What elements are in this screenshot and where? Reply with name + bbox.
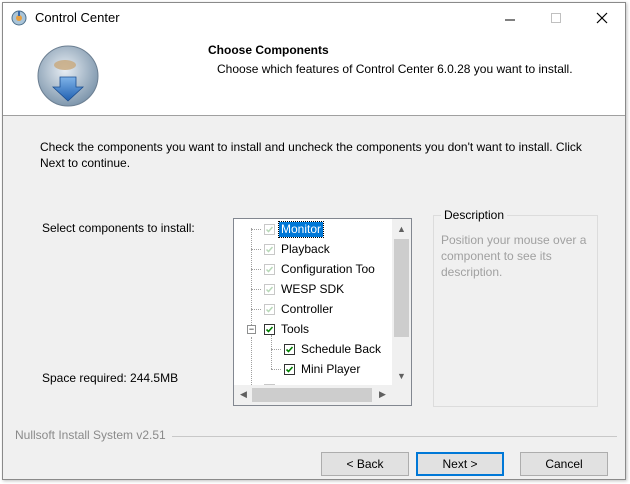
space-required-label: Space required: 244.5MB <box>42 371 179 385</box>
component-tools[interactable]: Tools <box>264 320 311 338</box>
minimize-icon <box>505 19 515 21</box>
next-button[interactable]: Next > <box>416 452 504 476</box>
component-playback[interactable]: Playback <box>264 240 332 258</box>
checkbox-checked-icon[interactable] <box>284 343 295 355</box>
scrollbar-corner <box>392 385 411 405</box>
close-icon <box>596 12 608 24</box>
horizontal-scroll-thumb[interactable] <box>252 388 372 402</box>
components-tree[interactable]: Monitor Playback Configuration Too WESP … <box>233 218 412 406</box>
tree-line <box>251 337 252 385</box>
component-label: Mini Player <box>301 361 361 376</box>
collapse-icon[interactable]: − <box>247 325 256 334</box>
maximize-button <box>533 3 579 33</box>
cancel-button[interactable]: Cancel <box>520 452 608 476</box>
component-schedule-backup[interactable]: Schedule Back <box>284 340 383 358</box>
minimize-button[interactable] <box>487 3 533 33</box>
component-label: Playback <box>281 241 330 256</box>
scroll-right-icon[interactable]: ▶ <box>374 386 391 403</box>
horizontal-scrollbar[interactable]: ◀ ▶ <box>234 385 411 405</box>
checkbox-checked-icon[interactable] <box>284 363 295 375</box>
tree-line <box>251 289 261 290</box>
select-components-label: Select components to install: <box>42 221 195 235</box>
window-title: Control Center <box>35 10 120 25</box>
scroll-down-icon[interactable]: ▼ <box>393 367 410 384</box>
back-button[interactable]: < Back <box>321 452 409 476</box>
tree-line <box>271 369 281 370</box>
tree-line <box>271 349 281 350</box>
component-controller[interactable]: Controller <box>264 300 335 318</box>
close-button[interactable] <box>579 3 625 33</box>
page-subtitle: Choose which features of Control Center … <box>217 62 573 76</box>
component-label: Controller <box>281 301 334 316</box>
component-label: Schedule Back <box>301 341 382 356</box>
tree-line <box>251 249 261 250</box>
description-title: Description <box>441 208 508 222</box>
component-configuration-tool[interactable]: Configuration Too <box>264 260 377 278</box>
intro-text: Check the components you want to install… <box>40 140 582 170</box>
checkbox-checked-icon[interactable] <box>264 323 275 335</box>
checkbox-disabled-checked-icon <box>264 223 275 235</box>
component-label: Configuration Too <box>281 261 375 276</box>
vertical-scrollbar[interactable]: ▲ ▼ <box>392 219 411 385</box>
component-mini-player[interactable]: Mini Player <box>284 360 362 378</box>
component-label: Tools <box>281 321 310 336</box>
scroll-up-icon[interactable]: ▲ <box>393 220 410 237</box>
tree-content: Monitor Playback Configuration Too WESP … <box>234 219 392 385</box>
checkbox-disabled-checked-icon <box>264 263 275 275</box>
nsis-brand-label: Nullsoft Install System v2.51 <box>15 428 172 442</box>
description-text: Position your mouse over a component to … <box>441 233 587 279</box>
tree-line <box>271 335 272 369</box>
scroll-left-icon[interactable]: ◀ <box>235 386 252 403</box>
installer-window: Control Center Choose Components Choose … <box>2 2 626 480</box>
maximize-icon <box>551 13 561 23</box>
checkbox-disabled-checked-icon <box>264 243 275 255</box>
tree-line <box>251 269 261 270</box>
tree-line <box>251 229 261 230</box>
checkbox-disabled-checked-icon <box>264 283 275 295</box>
checkbox-disabled-checked-icon <box>264 303 275 315</box>
component-wesp-sdk[interactable]: WESP SDK <box>264 280 346 298</box>
component-monitor[interactable]: Monitor <box>264 220 325 238</box>
header-panel: Choose Components Choose which features … <box>3 33 625 116</box>
tree-line <box>251 228 252 327</box>
title-bar[interactable]: Control Center <box>3 3 625 33</box>
component-label: WESP SDK <box>281 281 345 296</box>
installer-disc-icon <box>35 43 101 109</box>
control-center-app-icon <box>11 10 27 26</box>
component-label: Monitor <box>277 220 325 238</box>
tree-line <box>251 309 261 310</box>
page-title: Choose Components <box>208 43 329 57</box>
vertical-scroll-thumb[interactable] <box>394 239 409 337</box>
